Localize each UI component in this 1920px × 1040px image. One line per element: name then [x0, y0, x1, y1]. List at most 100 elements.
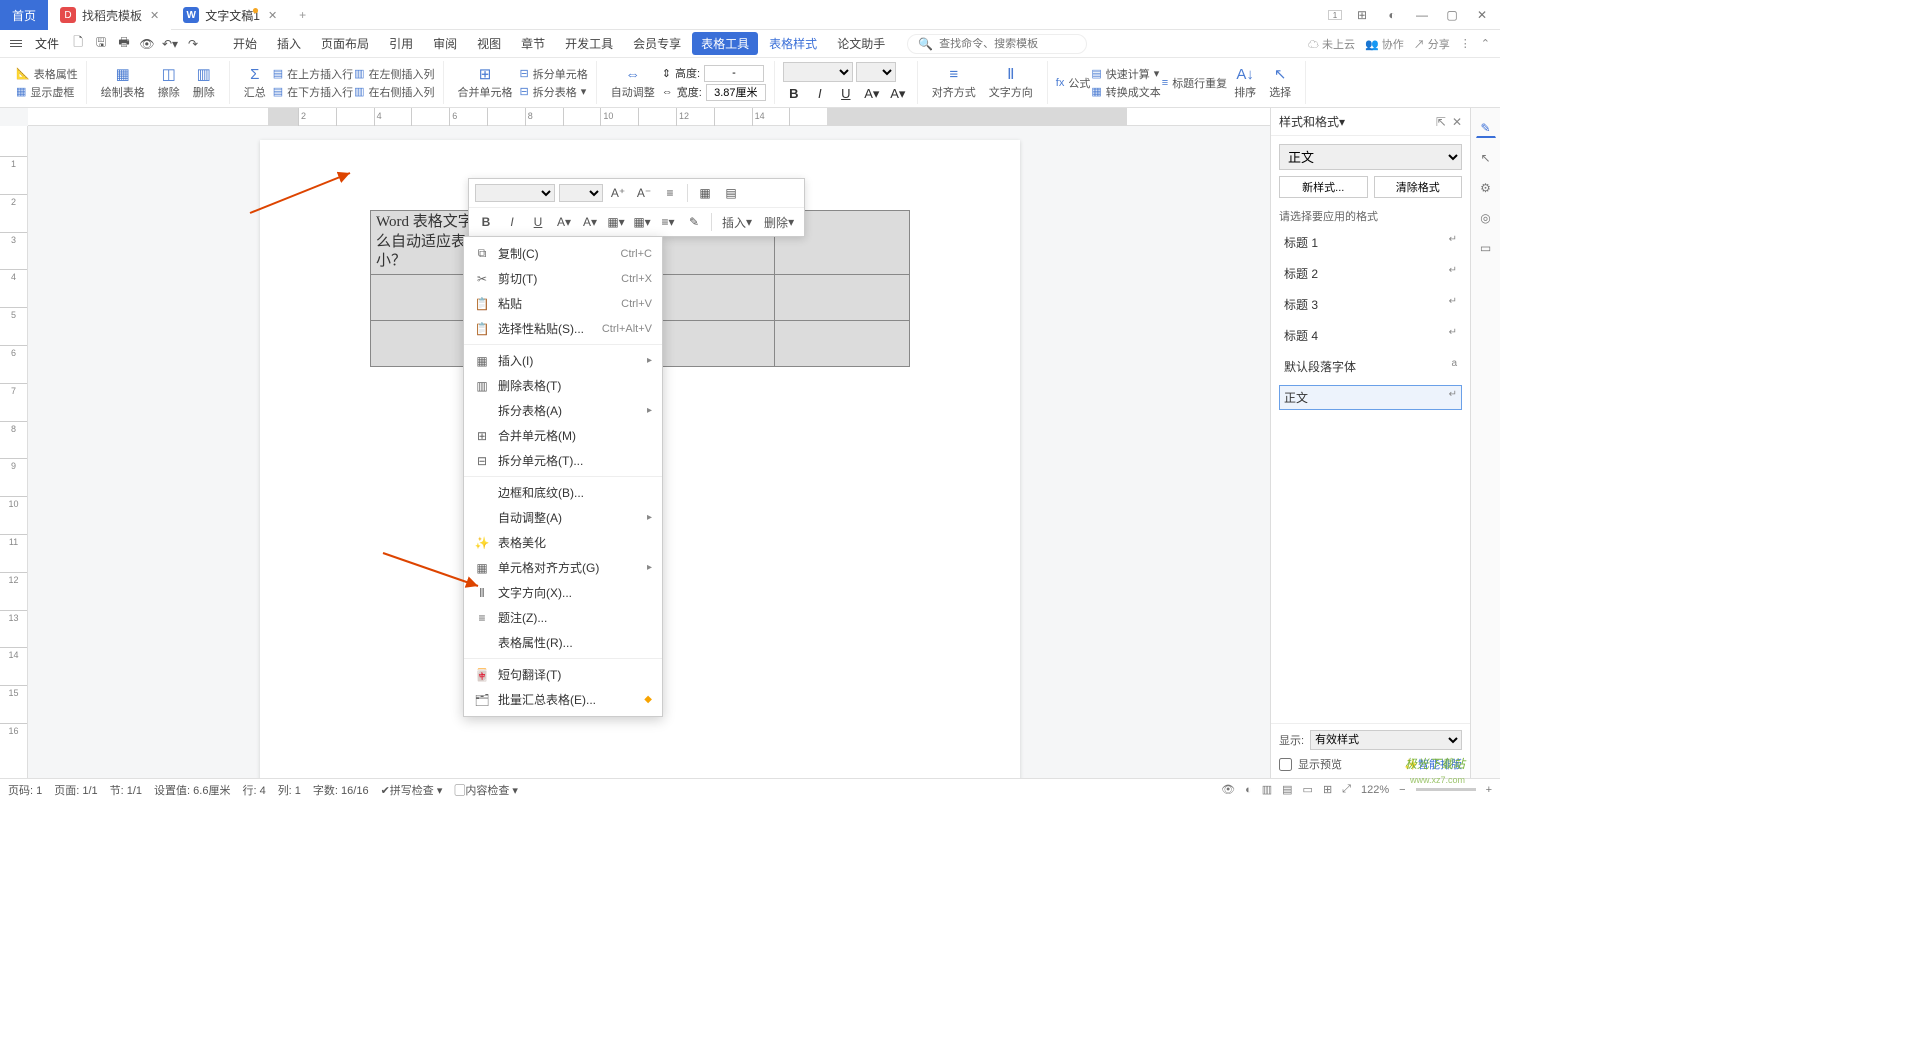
tab-document[interactable]: W 文字文稿1 ● ✕ — [171, 0, 289, 30]
float-format-painter-icon[interactable]: ✎ — [683, 212, 705, 232]
tab-template[interactable]: D 找稻壳模板 ✕ — [48, 0, 171, 30]
zoom-slider[interactable] — [1416, 788, 1476, 791]
status-content-check[interactable]: ▢内容检查 ▾ — [454, 782, 518, 798]
ctx-table-beauty[interactable]: ✨表格美化 — [464, 530, 662, 555]
panel-close-icon[interactable]: ✕ — [1452, 115, 1462, 129]
ctx-border-shading[interactable]: 边框和底纹(B)... — [464, 480, 662, 505]
tab-paper-helper[interactable]: 论文助手 — [828, 32, 894, 55]
show-grid-button[interactable]: ▦显示虚框 — [16, 84, 78, 100]
highlight-button[interactable]: A▾ — [887, 84, 909, 104]
new-style-button[interactable]: 新样式... — [1279, 176, 1368, 198]
width-input[interactable] — [706, 84, 766, 101]
tab-reference[interactable]: 引用 — [380, 32, 422, 55]
align-button[interactable]: ≡对齐方式 — [926, 65, 982, 100]
sidetab-select-icon[interactable]: ↖ — [1476, 148, 1496, 168]
italic-button[interactable]: I — [809, 84, 831, 104]
float-border-button[interactable]: ▦▾ — [631, 212, 653, 232]
float-insert-cell-icon[interactable]: ▤ — [720, 183, 742, 203]
tab-review[interactable]: 审阅 — [424, 32, 466, 55]
tab-table-tools[interactable]: 表格工具 — [692, 32, 758, 55]
insert-col-left-button[interactable]: ▥在左侧插入列 — [354, 66, 434, 82]
float-highlight-button[interactable]: A▾ — [553, 212, 575, 232]
status-view2-icon[interactable]: ▤ — [1282, 783, 1292, 796]
ctx-merge-cells[interactable]: ⊞合并单元格(M) — [464, 423, 662, 448]
close-icon[interactable]: ✕ — [268, 9, 277, 22]
float-size-select[interactable] — [559, 184, 603, 202]
float-align-button[interactable]: ≡▾ — [657, 212, 679, 232]
style-item-default-font[interactable]: 默认段落字体a — [1279, 354, 1462, 379]
qa-print-icon[interactable]: 🖶 — [114, 34, 134, 54]
show-select[interactable]: 有效样式 — [1310, 730, 1462, 750]
formula-button[interactable]: fx公式 — [1056, 75, 1091, 91]
float-italic-button[interactable]: I — [501, 212, 523, 232]
zoom-in-icon[interactable]: + — [1486, 784, 1492, 796]
tab-home[interactable]: 首页 — [0, 0, 48, 30]
ctx-split-table[interactable]: 拆分表格(A)▸ — [464, 398, 662, 423]
height-input[interactable] — [704, 65, 764, 82]
sort-button[interactable]: A↓排序 — [1228, 65, 1262, 100]
ctx-cut[interactable]: ✂剪切(T)Ctrl+X — [464, 266, 662, 291]
delete-button[interactable]: ▥删除 — [187, 65, 221, 100]
status-view4-icon[interactable]: ⊞ — [1323, 783, 1332, 796]
pin-icon[interactable]: ⇱ — [1436, 115, 1446, 129]
ctx-cell-align[interactable]: ▦单元格对齐方式(G)▸ — [464, 555, 662, 580]
underline-button[interactable]: U — [835, 84, 857, 104]
select-button[interactable]: ↖选择 — [1263, 65, 1297, 100]
bold-button[interactable]: B — [783, 84, 805, 104]
status-night-icon[interactable]: ◐ — [1245, 784, 1252, 796]
sidetab-settings-icon[interactable]: ⚙ — [1476, 178, 1496, 198]
status-page-num[interactable]: 页码: 1 — [8, 782, 42, 798]
ctx-delete-table[interactable]: ▥删除表格(T) — [464, 373, 662, 398]
ctx-special-paste[interactable]: 📋选择性粘贴(S)...Ctrl+Alt+V — [464, 316, 662, 341]
status-page[interactable]: 页面: 1/1 — [54, 782, 97, 798]
ctx-paste[interactable]: 📋粘贴Ctrl+V — [464, 291, 662, 316]
sidetab-location-icon[interactable]: ◎ — [1476, 208, 1496, 228]
status-section[interactable]: 节: 1/1 — [110, 782, 142, 798]
zoom-level[interactable]: 122% — [1361, 784, 1389, 796]
hamburger-icon[interactable] — [10, 40, 22, 47]
status-eye-icon[interactable]: 👁 — [1221, 783, 1235, 796]
height-control[interactable]: ⇕高度: — [662, 65, 766, 82]
preview-checkbox[interactable] — [1279, 758, 1292, 771]
repeat-header-button[interactable]: ≡标题行重复 — [1162, 75, 1227, 91]
text-direction-button[interactable]: Ⅱ文字方向 — [983, 65, 1039, 100]
width-control[interactable]: ⇔宽度: — [662, 84, 766, 101]
status-wordcount[interactable]: 字数: 16/16 — [313, 782, 369, 798]
clear-format-button[interactable]: 清除格式 — [1374, 176, 1463, 198]
quick-calc-button[interactable]: ▤快速计算▾ — [1091, 66, 1160, 82]
status-view1-icon[interactable]: ▥ — [1262, 783, 1272, 796]
tab-add[interactable]: + — [289, 0, 316, 30]
more-icon[interactable]: ⋮ — [1460, 37, 1471, 50]
insert-row-below-button[interactable]: ▤在下方插入行 — [273, 84, 353, 100]
vertical-ruler[interactable]: 1234 5678 9101112 13141516 — [0, 126, 28, 778]
qa-new-icon[interactable]: 🗋 — [68, 34, 88, 54]
tab-table-style[interactable]: 表格样式 — [760, 32, 826, 55]
coop-icon[interactable]: 👥 协作 — [1365, 36, 1404, 52]
maximize-icon[interactable]: ▢ — [1442, 5, 1462, 25]
tab-devtools[interactable]: 开发工具 — [556, 32, 622, 55]
shrink-font-icon[interactable]: A⁻ — [633, 183, 655, 203]
user-icon[interactable]: ◐ — [1382, 5, 1402, 25]
ctx-split-cells[interactable]: ⊟拆分单元格(T)... — [464, 448, 662, 473]
tab-view[interactable]: 视图 — [468, 32, 510, 55]
insert-row-above-button[interactable]: ▤在上方插入行 — [273, 66, 353, 82]
ratio-icon[interactable]: 1 — [1328, 10, 1342, 20]
grow-font-icon[interactable]: A⁺ — [607, 183, 629, 203]
zoom-out-icon[interactable]: − — [1399, 784, 1405, 796]
close-icon[interactable]: ✕ — [150, 9, 159, 22]
float-delete-button[interactable]: 删除▾ — [760, 212, 798, 232]
font-family-select[interactable] — [783, 62, 853, 82]
tab-member[interactable]: 会员专享 — [624, 32, 690, 55]
ctx-table-properties[interactable]: 表格属性(R)... — [464, 630, 662, 655]
font-size-select[interactable] — [856, 62, 896, 82]
qa-redo-icon[interactable]: ↷ — [183, 34, 203, 54]
status-fit-icon[interactable]: ⤢ — [1342, 783, 1351, 796]
search-input[interactable] — [939, 38, 1081, 50]
ctx-copy[interactable]: ⧉复制(C)Ctrl+C — [464, 241, 662, 266]
current-style-select[interactable]: 正文 — [1279, 144, 1462, 170]
sidetab-styles-icon[interactable]: ✎ — [1476, 118, 1496, 138]
qa-preview-icon[interactable]: 👁 — [137, 34, 157, 54]
float-insert-button[interactable]: 插入▾ — [718, 212, 756, 232]
ctx-text-direction[interactable]: Ⅱ文字方向(X)... — [464, 580, 662, 605]
command-search[interactable]: 🔍 — [907, 34, 1087, 54]
